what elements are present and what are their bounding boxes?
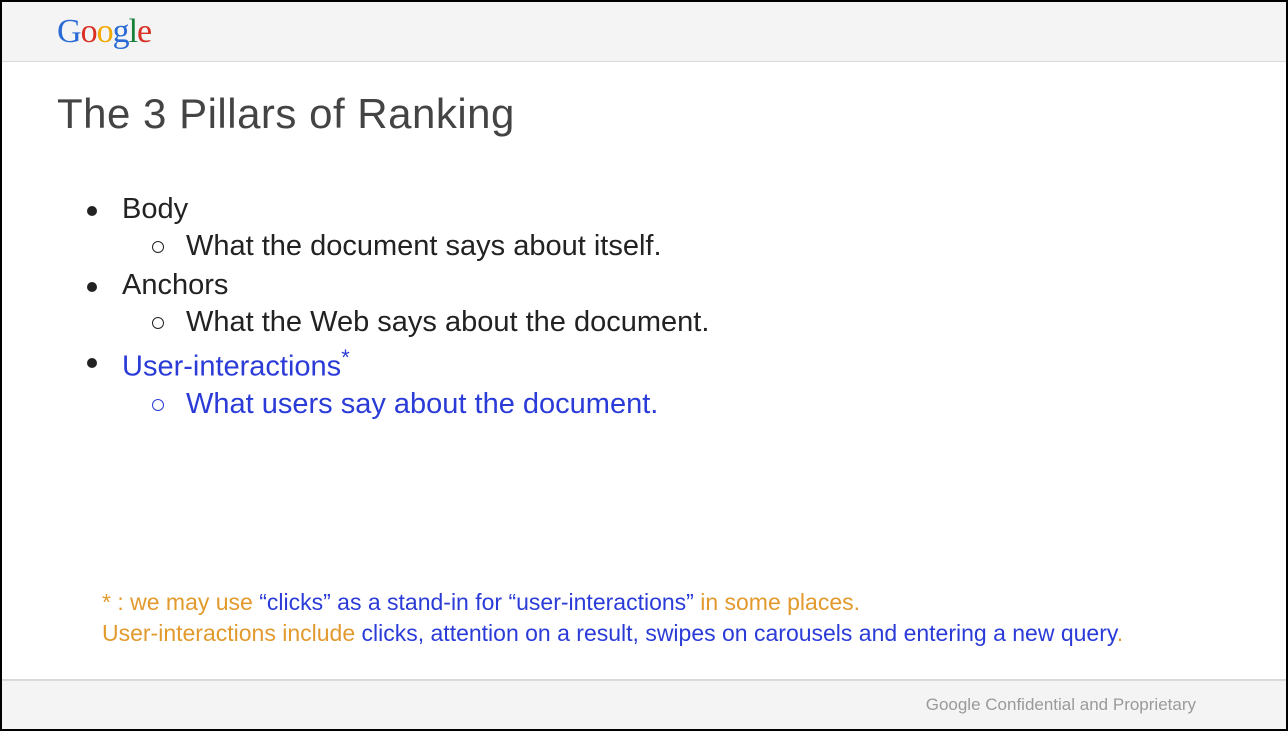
pillar-anchors-desc: What the Web says about the document. — [152, 306, 1231, 339]
pillar-anchors-title: Anchors — [122, 269, 228, 301]
slide-frame: Google The 3 Pillars of Ranking Body Wha… — [0, 0, 1288, 731]
footnote-seg-5: clicks, attention on a result, swipes on… — [362, 620, 1117, 646]
pillar-anchors-sublist: What the Web says about the document. — [122, 306, 1231, 339]
logo-letter-o2: o — [97, 13, 113, 50]
footnote-seg-4: User-interactions include — [102, 620, 362, 646]
footnote-seg-1: * : we may use — [102, 589, 259, 615]
logo-letter-o1: o — [81, 13, 97, 50]
pillar-user-interactions-desc: What users say about the document. — [152, 388, 1231, 421]
pillar-anchors: Anchors What the Web says about the docu… — [87, 269, 1231, 339]
asterisk-icon: * — [341, 345, 349, 370]
footnote: * : we may use “clicks” as a stand-in fo… — [102, 587, 1166, 649]
logo-letter-l: l — [129, 13, 137, 50]
pillar-body-sublist: What the document says about itself. — [122, 230, 1231, 263]
footnote-seg-3: in some places. — [694, 589, 860, 615]
slide-title: The 3 Pillars of Ranking — [57, 90, 1231, 138]
pillar-body-desc: What the document says about itself. — [152, 230, 1231, 263]
logo-letter-g2: g — [113, 13, 129, 50]
pillar-user-interactions-title: User-interactions — [122, 351, 341, 383]
pillar-body-title: Body — [122, 193, 188, 225]
logo-letter-g1: G — [57, 13, 81, 50]
pillar-body: Body What the document says about itself… — [87, 193, 1231, 263]
pillars-list: Body What the document says about itself… — [57, 193, 1231, 427]
footer-bar: Google Confidential and Proprietary — [2, 679, 1286, 729]
logo-letter-e: e — [137, 13, 151, 50]
footnote-seg-2: “clicks” as a stand-in for “user-interac… — [259, 589, 694, 615]
google-logo: Google — [57, 13, 151, 51]
footer-text: Google Confidential and Proprietary — [926, 695, 1196, 715]
pillar-user-interactions-sublist: What users say about the document. — [122, 388, 1231, 421]
header-bar: Google — [2, 2, 1286, 62]
slide-body: The 3 Pillars of Ranking Body What the d… — [2, 62, 1286, 679]
pillar-user-interactions: User-interactions* What users say about … — [87, 345, 1231, 421]
footnote-seg-6: . — [1117, 620, 1123, 646]
